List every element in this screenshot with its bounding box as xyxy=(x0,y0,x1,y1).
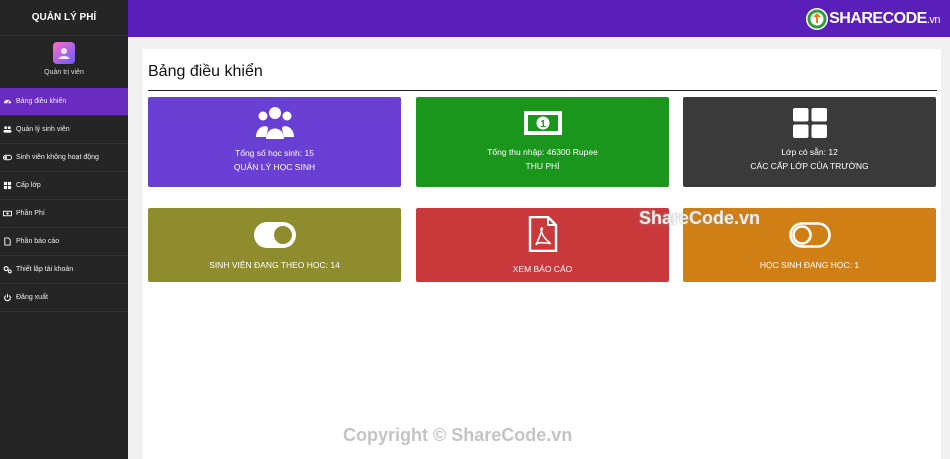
sidebar-item-label: Thiết lập tài khoản xyxy=(16,266,74,273)
sharecode-logo: SHARECODE.vn xyxy=(805,7,941,31)
card-stat-text: Tổng thu nhập: 46300 Rupee xyxy=(487,147,598,157)
sidebar-item-dashboard[interactable]: Bảng điều khiển xyxy=(0,88,128,116)
grid-icon xyxy=(3,181,12,190)
card-caption: HỌC SINH ĐANG HỌC: 1 xyxy=(759,260,860,270)
grid-icon xyxy=(792,108,827,138)
file-icon xyxy=(3,237,12,246)
sidebar-item-label: Sinh viên không hoạt động xyxy=(16,154,99,161)
sidebar-item-class-levels[interactable]: Cấp lớp xyxy=(0,172,128,200)
gear-icon xyxy=(3,265,12,274)
sidebar-brand: QUẢN LÝ PHÍ xyxy=(0,0,128,36)
card-stat-text: Lớp có sẵn: 12 xyxy=(781,147,838,157)
money-icon: 1 xyxy=(523,111,562,135)
sharecode-logo-text: SHARECODE.vn xyxy=(829,10,940,27)
sharecode-logo-icon xyxy=(806,8,829,30)
sidebar-item-logout[interactable]: Đăng xuất xyxy=(0,284,128,312)
card-caption: SINH VIÊN ĐANG THEO HỌC: 14 xyxy=(209,260,340,270)
sidebar-item-label: Cấp lớp xyxy=(16,182,41,189)
title-divider xyxy=(148,90,937,91)
card-caption: XEM BÁO CÁO xyxy=(512,264,573,274)
card-currently-studying[interactable]: HỌC SINH ĐANG HỌC: 1 xyxy=(683,208,936,282)
card-view-reports[interactable]: XEM BÁO CÁO xyxy=(416,208,669,282)
avatar xyxy=(53,42,75,64)
sidebar-item-label: Phần Phí xyxy=(16,210,45,217)
sidebar-item-label: Bảng điều khiển xyxy=(16,98,67,105)
power-icon xyxy=(3,293,12,302)
card-students[interactable]: Tổng số học sinh: 15 QUẢN LÝ HỌC SINH xyxy=(148,97,401,187)
money-icon xyxy=(3,209,12,218)
users-icon xyxy=(3,125,12,134)
card-active-students[interactable]: SINH VIÊN ĐANG THEO HỌC: 14 xyxy=(148,208,401,282)
user-icon xyxy=(58,48,70,59)
pdf-icon xyxy=(528,216,557,252)
sidebar-item-label: Quản lý sinh viên xyxy=(16,126,70,133)
users-icon xyxy=(255,107,294,139)
user-profile: Quản trị viên xyxy=(0,36,128,88)
sidebar-item-inactive-students[interactable]: Sinh viên không hoạt động xyxy=(0,144,128,172)
sidebar-item-reports[interactable]: Phần báo cáo xyxy=(0,228,128,256)
page-title: Bảng điều khiển xyxy=(148,63,263,80)
card-caption: QUẢN LÝ HỌC SINH xyxy=(233,162,316,172)
card-caption: THU PHÍ xyxy=(525,161,560,171)
user-name: Quản trị viên xyxy=(44,69,84,76)
card-stat-text: Tổng số học sinh: 15 xyxy=(235,148,314,158)
sidebar-item-account-settings[interactable]: Thiết lập tài khoản xyxy=(0,256,128,284)
sidebar: QUẢN LÝ PHÍ Quản trị viên Bảng điều khiể… xyxy=(0,0,128,459)
card-caption: CÁC CẤP LỚP CỦA TRƯỜNG xyxy=(750,161,869,171)
sidebar-item-students[interactable]: Quản lý sinh viên xyxy=(0,116,128,144)
sidebar-item-label: Phần báo cáo xyxy=(16,238,60,245)
toggle-on-icon xyxy=(253,222,296,248)
top-bar: SHARECODE.vn xyxy=(128,0,950,37)
card-income[interactable]: 1 Tổng thu nhập: 46300 Rupee THU PHÍ xyxy=(416,97,669,187)
sidebar-item-fees[interactable]: Phần Phí xyxy=(0,200,128,228)
svg-text:1: 1 xyxy=(540,119,546,130)
sidebar-item-label: Đăng xuất xyxy=(16,294,48,301)
dashboard-icon xyxy=(3,97,12,106)
card-class-levels[interactable]: Lớp có sẵn: 12 CÁC CẤP LỚP CỦA TRƯỜNG xyxy=(683,97,936,187)
toggle-off-icon xyxy=(788,222,831,248)
toggle-icon xyxy=(3,153,12,162)
